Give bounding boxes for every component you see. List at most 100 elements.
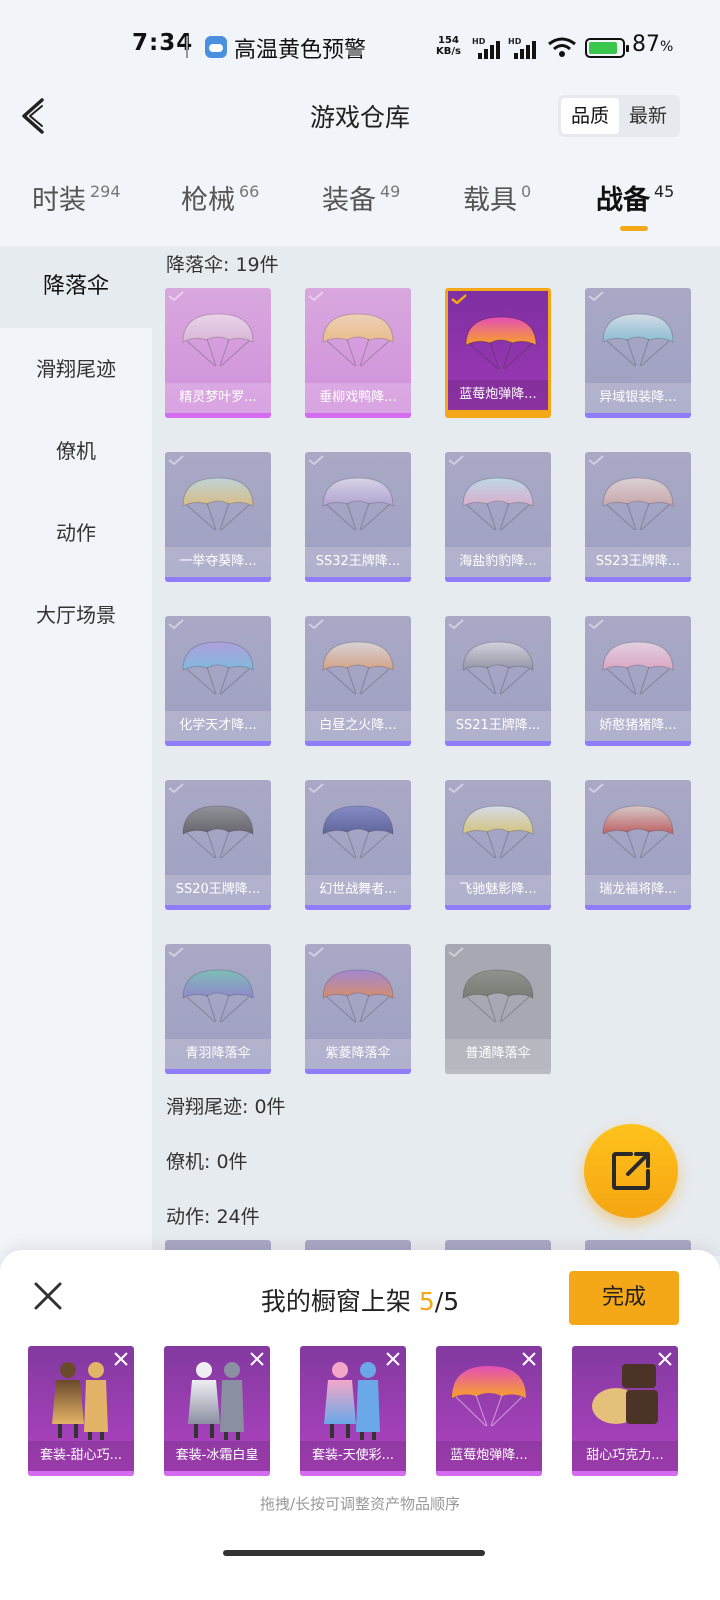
parachute-card[interactable]: 瑞龙福将降... xyxy=(585,780,691,910)
active-tab-indicator xyxy=(620,226,648,231)
parachute-card[interactable]: SS21王牌降... xyxy=(445,616,551,746)
tab-combat-gear[interactable]: 战备 45 xyxy=(596,178,674,217)
parachute-name: 化学天才降... xyxy=(165,711,271,741)
parachute-name: 精灵梦叶罗... xyxy=(165,383,271,413)
sidebar-item-lobby-scene[interactable]: 大厅场景 xyxy=(0,574,152,656)
reorder-hint: 拖拽/长按可调整资产物品顺序 xyxy=(259,1495,461,1513)
remove-icon[interactable] xyxy=(386,1352,400,1366)
showcase-item-name: 套装-天使彩... xyxy=(300,1441,406,1471)
status-divider xyxy=(186,36,188,58)
rarity-strip xyxy=(305,577,411,582)
section-label-emote: 动作: 24件 xyxy=(166,1206,260,1228)
home-indicator[interactable] xyxy=(223,1550,485,1556)
tab-fashion[interactable]: 时装 294 xyxy=(32,178,121,217)
parachute-image xyxy=(322,313,394,367)
parachute-name: 紫菱降落伞 xyxy=(305,1039,411,1069)
parachute-image xyxy=(322,641,394,695)
rarity-strip xyxy=(165,577,271,582)
parachute-card[interactable]: 青羽降落伞 xyxy=(165,944,271,1074)
parachute-card[interactable]: 娇憨猪猪降... xyxy=(585,616,691,746)
item-grid-panel[interactable]: 降落伞: 19件 精灵梦叶罗... 垂柳戏鸭降... 蓝莓炮弹降... 异域银装降..… xyxy=(152,246,720,1256)
parachute-card[interactable]: 化学天才降... xyxy=(165,616,271,746)
parachute-name: 青羽降落伞 xyxy=(165,1039,271,1069)
parachute-image xyxy=(602,641,674,695)
parachute-name: SS32王牌降... xyxy=(305,547,411,577)
parachute-image xyxy=(462,641,534,695)
sort-option-quality[interactable]: 品质 xyxy=(561,98,619,134)
rarity-strip xyxy=(164,1471,270,1476)
parachute-name: 飞驰魅影降... xyxy=(445,875,551,905)
parachute-card[interactable]: 蓝莓炮弹降... xyxy=(445,288,551,418)
showcase-item-name: 蓝莓炮弹降... xyxy=(436,1441,542,1471)
remove-icon[interactable] xyxy=(250,1352,264,1366)
checkmark-icon xyxy=(588,455,604,465)
parachute-card[interactable]: 白昼之火降... xyxy=(305,616,411,746)
checkmark-icon xyxy=(168,783,184,793)
network-speed-value: 154 xyxy=(438,35,459,46)
parachute-name: 幻世战舞者... xyxy=(305,875,411,905)
showcase-item-image xyxy=(452,1366,526,1427)
parachute-card[interactable]: 异域银装降... xyxy=(585,288,691,418)
parachute-card[interactable]: 一举夺葵降... xyxy=(165,452,271,582)
rarity-strip xyxy=(165,741,271,746)
rarity-strip xyxy=(28,1471,134,1476)
weather-alert-text: 高温黄色预警 xyxy=(234,38,367,63)
rarity-strip xyxy=(585,741,691,746)
parachute-card[interactable]: SS20王牌降... xyxy=(165,780,271,910)
sidebar-item-wingman[interactable]: 僚机 xyxy=(0,410,152,492)
parachute-card[interactable]: 紫菱降落伞 xyxy=(305,944,411,1074)
checkmark-icon xyxy=(308,783,324,793)
showcase-slot[interactable]: 套装-甜心巧... xyxy=(28,1346,134,1476)
remove-icon[interactable] xyxy=(114,1352,128,1366)
remove-icon[interactable] xyxy=(658,1352,672,1366)
showcase-slot[interactable]: 套装-冰霜白皇 xyxy=(164,1346,270,1476)
parachute-image xyxy=(602,477,674,531)
parachute-name: 娇憨猪猪降... xyxy=(585,711,691,741)
showcase-slot[interactable]: 蓝莓炮弹降... xyxy=(436,1346,542,1476)
parachute-card[interactable]: SS32王牌降... xyxy=(305,452,411,582)
parachute-image xyxy=(602,313,674,367)
share-button[interactable] xyxy=(584,1124,678,1218)
parachute-card[interactable]: SS23王牌降... xyxy=(585,452,691,582)
tab-equipment[interactable]: 装备 49 xyxy=(322,178,400,217)
remove-icon[interactable] xyxy=(522,1352,536,1366)
parachute-image xyxy=(602,805,674,859)
parachute-name: 垂柳戏鸭降... xyxy=(305,383,411,413)
rarity-strip xyxy=(165,905,271,910)
tab-weapons[interactable]: 枪械 66 xyxy=(181,178,259,217)
showcase-slot[interactable]: 套装-天使彩... xyxy=(300,1346,406,1476)
done-button[interactable]: 完成 xyxy=(569,1271,679,1325)
showcase-count-total: 5 xyxy=(443,1287,460,1316)
parachute-card[interactable]: 幻世战舞者... xyxy=(305,780,411,910)
showcase-item-image xyxy=(188,1362,244,1440)
rarity-strip xyxy=(445,905,551,910)
rarity-strip xyxy=(585,577,691,582)
checkmark-icon xyxy=(451,294,467,304)
battery-percent: 87% xyxy=(632,32,674,57)
parachute-card[interactable]: 飞驰魅影降... xyxy=(445,780,551,910)
weather-alert-icon xyxy=(205,36,227,58)
sort-option-latest[interactable]: 最新 xyxy=(619,98,677,134)
showcase-slot[interactable]: 甜心巧克力... xyxy=(572,1346,678,1476)
checkmark-icon xyxy=(588,619,604,629)
tab-vehicles[interactable]: 载具 0 xyxy=(463,178,531,217)
sidebar-item-glide-trail[interactable]: 滑翔尾迹 xyxy=(0,328,152,410)
rarity-strip xyxy=(585,905,691,910)
showcase-item-image xyxy=(592,1364,658,1424)
rarity-strip xyxy=(445,741,551,746)
rarity-strip xyxy=(445,577,551,582)
parachute-card[interactable]: 海盐豹豹降... xyxy=(445,452,551,582)
checkmark-icon xyxy=(448,455,464,465)
checkmark-icon xyxy=(448,619,464,629)
parachute-card[interactable]: 精灵梦叶罗... xyxy=(165,288,271,418)
sidebar-item-emote[interactable]: 动作 xyxy=(0,492,152,574)
status-bar: 7:34 高温黄色预警 154 KB/s HD HD 87% xyxy=(0,0,720,94)
section-label-wingman: 僚机: 0件 xyxy=(166,1151,248,1173)
category-tabs: 时装 294 枪械 66 装备 49 载具 0 战备 45 xyxy=(0,178,720,242)
rarity-strip xyxy=(305,413,411,418)
parachute-card[interactable]: 普通降落伞 xyxy=(445,944,551,1074)
parachute-card[interactable]: 垂柳戏鸭降... xyxy=(305,288,411,418)
signal-icon: HD xyxy=(508,37,542,59)
sort-toggle[interactable]: 品质 最新 xyxy=(558,95,680,137)
sidebar-item-parachute[interactable]: 降落伞 xyxy=(0,246,152,328)
